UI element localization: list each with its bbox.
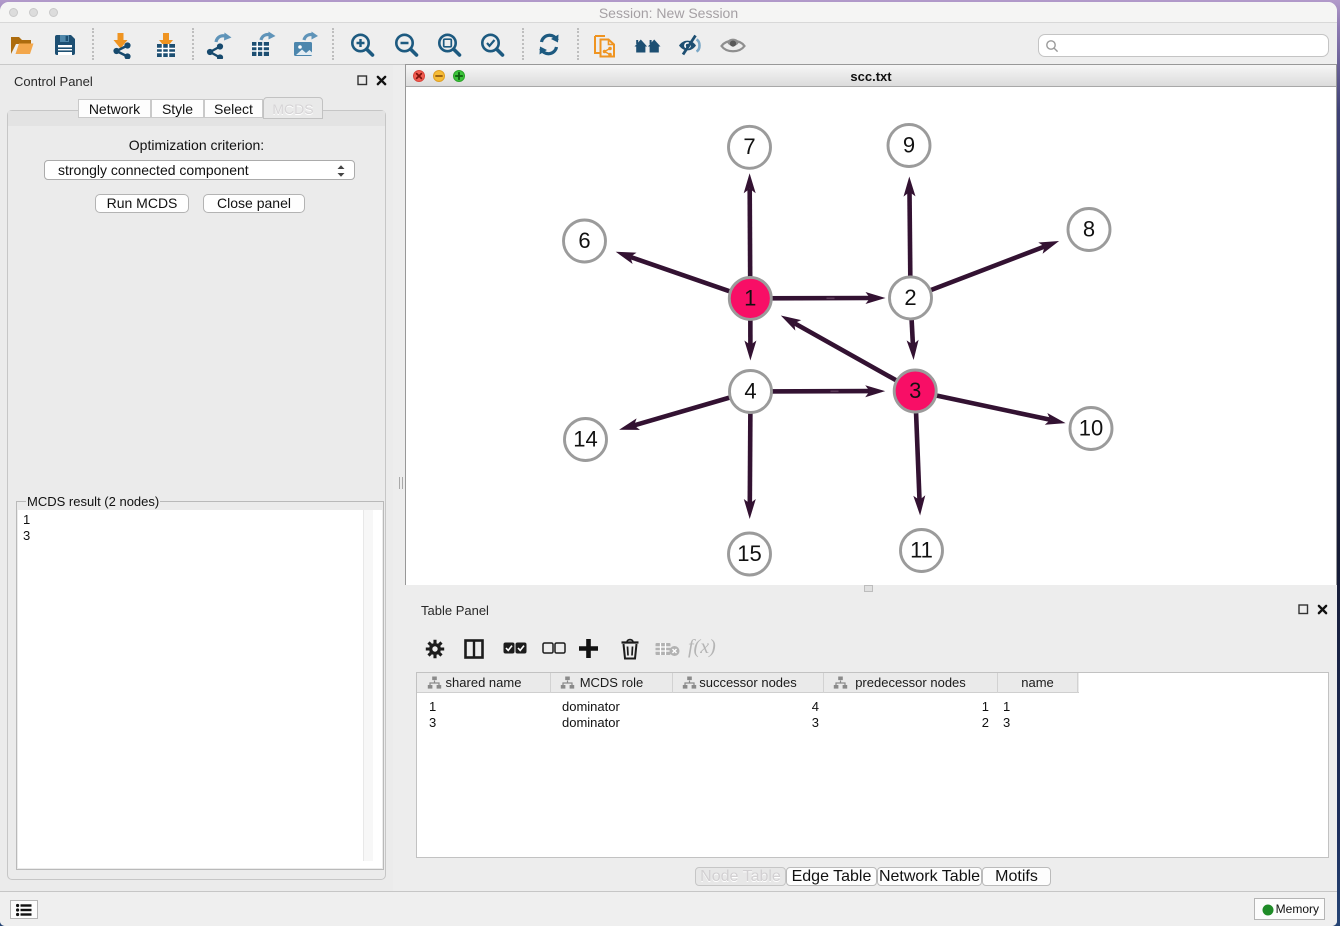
svg-text:15: 15 <box>737 541 761 566</box>
svg-text:11: 11 <box>910 537 933 562</box>
svg-text:1: 1 <box>744 285 756 310</box>
svg-text:14: 14 <box>573 426 597 451</box>
svg-text:3: 3 <box>909 378 921 403</box>
svg-text:7: 7 <box>743 134 755 159</box>
svg-text:9: 9 <box>903 132 915 157</box>
svg-text:4: 4 <box>744 378 756 403</box>
svg-text:6: 6 <box>578 228 590 253</box>
svg-text:8: 8 <box>1083 216 1095 241</box>
svg-text:10: 10 <box>1079 415 1103 440</box>
svg-text:2: 2 <box>904 285 916 310</box>
